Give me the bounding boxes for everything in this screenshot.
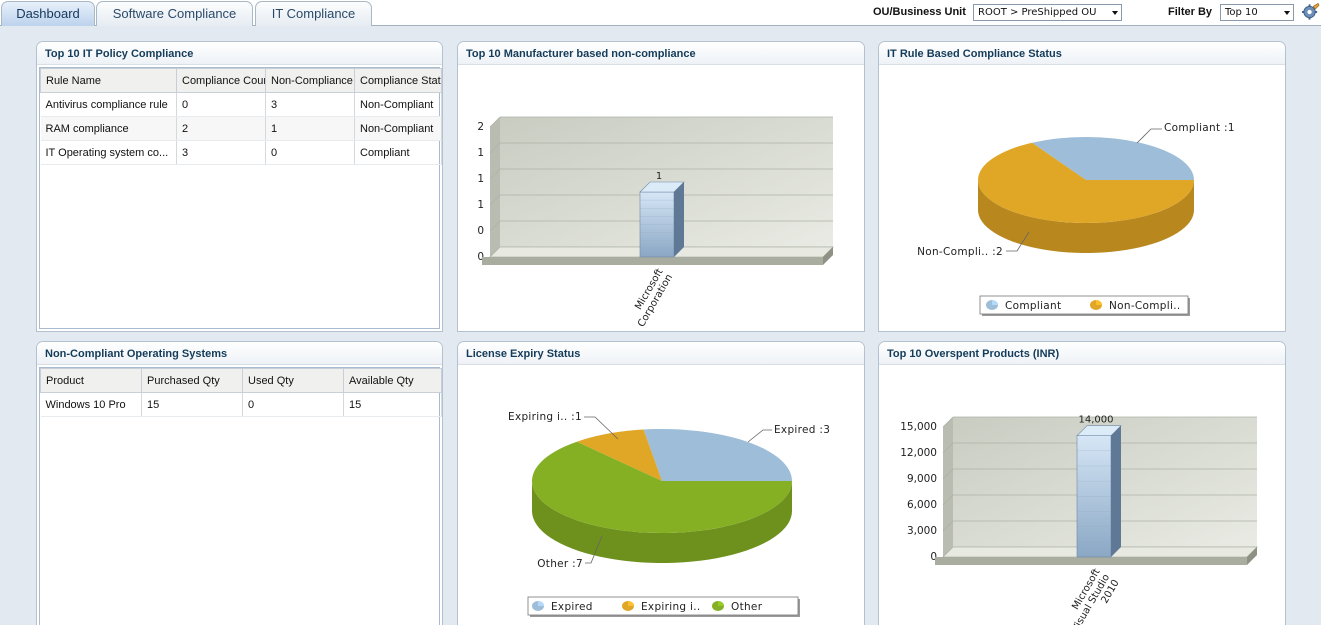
- os-table-container: Product Purchased Qty Used Qty Available Qt…: [39, 367, 442, 625]
- column-header[interactable]: Used Qty: [242, 368, 344, 393]
- panel-title: Top 10 IT Policy Compliance: [37, 42, 442, 65]
- table-header-row: Product Purchased Qty Used Qty Available Qt…: [40, 368, 442, 393]
- policy-table-container: Rule Name Compliance Count Non-Compliance …: [39, 67, 442, 329]
- table-cell: 15: [141, 392, 243, 417]
- panel-title: Non-Compliant Operating Systems: [37, 342, 442, 365]
- legend-label: Expired: [551, 601, 593, 613]
- slice-label: Other :7: [537, 558, 583, 570]
- table-row[interactable]: Antivirus compliance rule 0 3 Non-Compliant: [40, 92, 442, 117]
- table-row[interactable]: IT Operating system co... 3 0 Compliant: [40, 140, 442, 165]
- leader-line: [747, 429, 772, 443]
- table-cell: 1: [265, 116, 355, 141]
- y-tick-label: 9,000: [907, 473, 937, 485]
- column-header[interactable]: Purchased Qty: [141, 368, 243, 393]
- filter-select[interactable]: Top 10: [1220, 4, 1294, 21]
- x-tick-label: MicrosoftCorporation: [627, 267, 676, 329]
- column-header[interactable]: Non-Compliance Count: [265, 68, 355, 93]
- panel-title: IT Rule Based Compliance Status: [879, 42, 1285, 65]
- rule-status-pie-chart: Compliant :1 Non-Compli.. :2 Compliant Non-…: [917, 122, 1235, 316]
- chevron-down-icon: [1112, 11, 1118, 15]
- legend-label: Compliant: [1005, 300, 1061, 312]
- column-header[interactable]: Rule Name: [40, 68, 177, 93]
- legend-label: Expiring i..: [641, 601, 701, 613]
- table-cell: Antivirus compliance rule: [40, 92, 177, 117]
- table-cell: 0: [242, 392, 344, 417]
- y-tick-label: 6,000: [907, 499, 937, 511]
- tab-dashboard[interactable]: Dashboard: [1, 1, 95, 26]
- y-tick-label: 1: [477, 199, 484, 211]
- slice-label: Non-Compli.. :2: [917, 246, 1003, 258]
- bar-side: [1111, 425, 1121, 557]
- x-tick-label: MicrosoftVisual Studio2010: [1061, 567, 1122, 625]
- y-tick-label: 1: [477, 173, 484, 185]
- table-cell: 3: [265, 92, 355, 117]
- column-header[interactable]: Compliance Count: [176, 68, 266, 93]
- overspent-panel: Top 10 Overspent Products (INR) 15,000 12…: [878, 341, 1286, 625]
- bar-side: [674, 182, 684, 257]
- tab-it-compliance[interactable]: IT Compliance: [255, 1, 372, 26]
- table-cell: IT Operating system co...: [40, 140, 177, 165]
- y-tick-label: 0: [477, 225, 484, 237]
- data-label: 14,000: [1079, 415, 1114, 426]
- pie-slice: [643, 429, 792, 481]
- chart-floor-edge: [482, 257, 823, 265]
- table-row[interactable]: RAM compliance 2 1 Non-Compliant: [40, 116, 442, 141]
- chevron-down-icon: [1284, 11, 1290, 15]
- slice-label: Compliant :1: [1164, 122, 1235, 134]
- noncompliant-os-panel: Non-Compliant Operating Systems Product P…: [36, 341, 443, 625]
- table-cell: RAM compliance: [40, 116, 177, 141]
- legend-label: Non-Compli..: [1109, 300, 1180, 312]
- y-tick-label: 1: [477, 147, 484, 159]
- tab-software-compliance[interactable]: Software Compliance: [96, 1, 253, 26]
- chart-side-wall: [490, 117, 500, 257]
- ou-label: OU/Business Unit: [873, 6, 966, 18]
- chart-side-wall: [943, 417, 953, 557]
- panel-title: Top 10 Manufacturer based non-compliance: [458, 42, 864, 65]
- filter-by-label: Filter By: [1168, 6, 1213, 18]
- table-row[interactable]: Windows 10 Pro 15 0 15: [40, 392, 442, 417]
- table-cell: Windows 10 Pro: [40, 392, 142, 417]
- os-table: Product Purchased Qty Used Qty Available Qt…: [40, 368, 442, 417]
- legend-label: Other: [731, 601, 763, 613]
- license-expiry-pie-chart: Expired :3 Expiring i.. :1 Other :7 Expired…: [508, 411, 830, 617]
- top-bar: Dashboard Software Compliance IT Complia…: [0, 0, 1321, 26]
- y-tick-label: 12,000: [900, 447, 937, 459]
- license-expiry-panel: License Expiry Status Expired :3 Expiring…: [457, 341, 865, 625]
- ou-select-value: ROOT > PreShipped OU: [978, 7, 1097, 18]
- data-label: 1: [656, 171, 662, 182]
- table-cell: 0: [265, 140, 355, 165]
- settings-gear-icon[interactable]: [1301, 2, 1320, 22]
- rule-status-panel: IT Rule Based Compliance Status Complian…: [878, 41, 1286, 332]
- manufacturer-panel: Top 10 Manufacturer based non-compliance…: [457, 41, 865, 332]
- panel-title: License Expiry Status: [458, 342, 864, 365]
- column-header[interactable]: Compliance Status: [354, 68, 442, 93]
- table-cell: Non-Compliant: [354, 92, 442, 117]
- table-header-row: Rule Name Compliance Count Non-Compliance …: [40, 68, 442, 93]
- chart-floor-edge: [935, 557, 1247, 565]
- table-cell: 15: [343, 392, 442, 417]
- leader-line: [1136, 128, 1162, 144]
- table-cell: 0: [176, 92, 266, 117]
- manufacturer-bar-chart: 2111001MicrosoftCorporation: [477, 116, 834, 329]
- y-tick-label: 3,000: [907, 525, 937, 537]
- table-cell: Compliant: [354, 140, 442, 165]
- y-tick-label: 2: [477, 121, 484, 133]
- column-header[interactable]: Product: [40, 368, 142, 393]
- policy-table: Rule Name Compliance Count Non-Compliance …: [40, 68, 442, 165]
- it-policy-panel: Top 10 IT Policy Compliance Rule Name Com…: [36, 41, 443, 332]
- y-tick-label: 15,000: [900, 421, 937, 433]
- slice-label: Expired :3: [774, 424, 830, 436]
- overspent-bar-chart: 15,00012,0009,0006,0003,000014,000Micros…: [900, 415, 1258, 625]
- table-cell: 2: [176, 116, 266, 141]
- panel-title: Top 10 Overspent Products (INR): [879, 342, 1285, 365]
- table-cell: Non-Compliant: [354, 116, 442, 141]
- column-header[interactable]: Available Qty: [343, 368, 442, 393]
- filter-select-value: Top 10: [1225, 7, 1258, 18]
- ou-select[interactable]: ROOT > PreShipped OU: [973, 4, 1122, 21]
- table-cell: 3: [176, 140, 266, 165]
- slice-label: Expiring i.. :1: [508, 411, 582, 423]
